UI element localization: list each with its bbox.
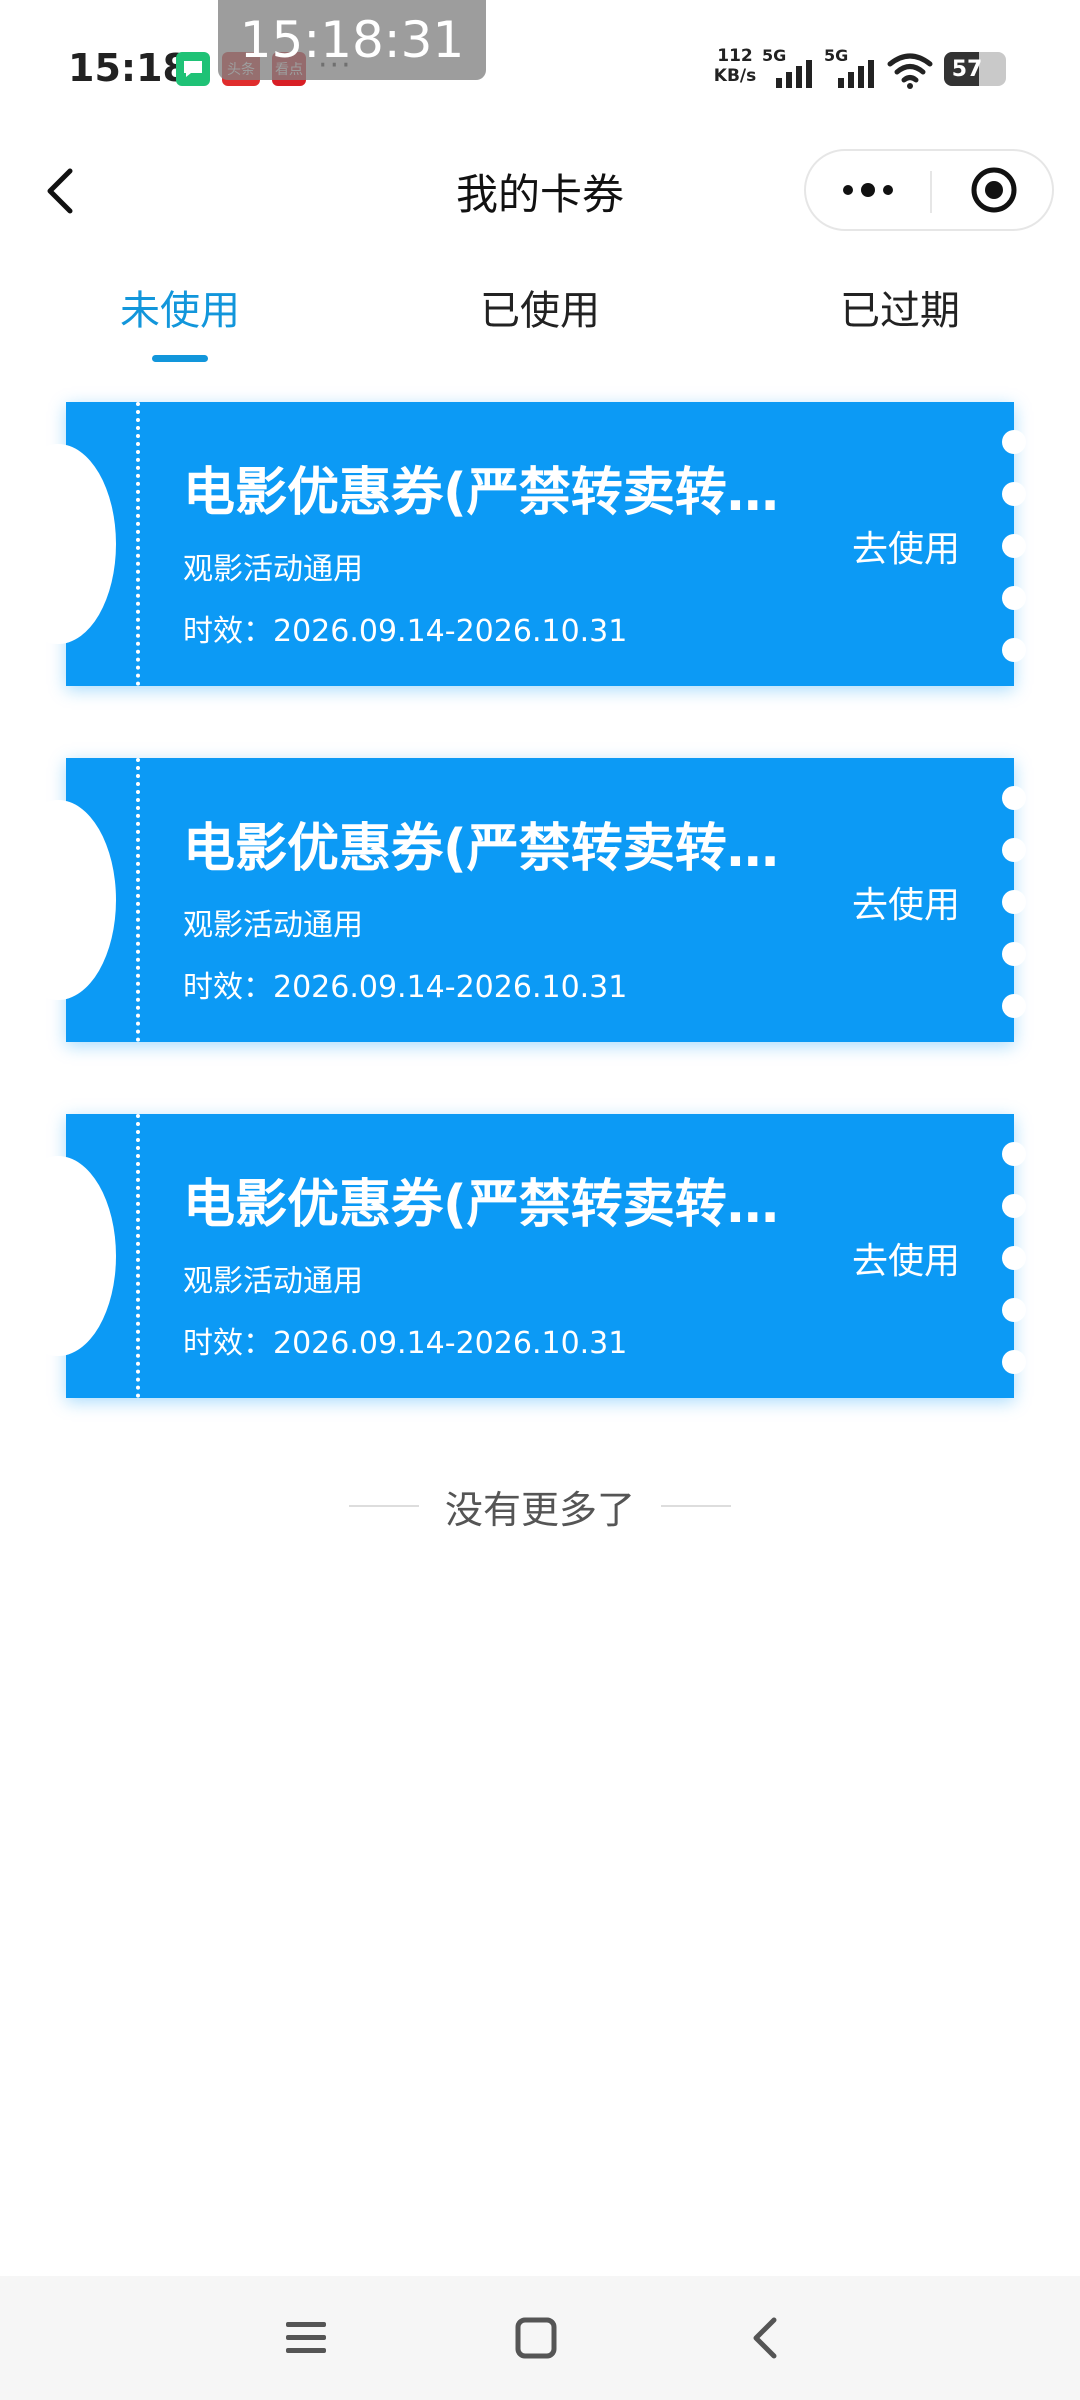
signal-bars	[776, 60, 812, 88]
divider-line	[348, 1505, 419, 1507]
battery-percent: 57	[951, 56, 983, 82]
coupon-description: 观影活动通用	[183, 908, 363, 943]
wifi-icon	[887, 53, 933, 89]
nav-bar: 我的卡券	[0, 135, 1080, 245]
home-button[interactable]	[486, 2298, 586, 2378]
coupon-perforation	[136, 1114, 140, 1398]
miniprogram-capsule	[804, 149, 1054, 231]
coupon-description: 观影活动通用	[183, 1264, 363, 1299]
chat-bubble-icon	[184, 61, 202, 77]
battery-icon: 57	[944, 52, 1006, 86]
coupon-scallop-edge	[1002, 1142, 1026, 1402]
use-coupon-button[interactable]: 去使用	[852, 520, 960, 572]
time-overlay: 15:18:31	[218, 0, 486, 80]
menu-icon	[286, 2322, 326, 2353]
network-speed-unit: KB/s	[713, 66, 757, 86]
coupon-description: 观影活动通用	[183, 552, 363, 587]
coupon-validity: 时效：2026.09.14-2026.10.31	[183, 614, 628, 649]
coupon-card: 电影优惠券(严禁转卖转赠) 观影活动通用 时效：2026.09.14-2026.…	[0, 758, 1026, 1042]
use-coupon-button[interactable]: 去使用	[852, 876, 960, 928]
more-button[interactable]	[816, 159, 920, 221]
coupon-notch	[0, 800, 116, 1000]
divider-line	[661, 1505, 731, 1507]
coupon-tabs: 未使用 已使用 已过期	[0, 270, 1080, 370]
no-more-text: 没有更多了	[444, 1487, 635, 1532]
signal-icon-sim2: 5G	[824, 46, 876, 88]
coupon-card: 电影优惠券(严禁转卖转赠) 观影活动通用 时效：2026.09.14-2026.…	[0, 1114, 1026, 1398]
coupon-scallop-edge	[1002, 430, 1026, 690]
coupon-title: 电影优惠券(严禁转卖转赠)	[183, 819, 795, 879]
home-square-icon	[515, 2317, 557, 2359]
active-tab-indicator	[152, 355, 208, 362]
system-back-button[interactable]	[716, 2298, 816, 2378]
coupon-list: 电影优惠券(严禁转卖转赠) 观影活动通用 时效：2026.09.14-2026.…	[0, 402, 1026, 1470]
network-speed: 112 KB/s	[710, 46, 760, 86]
recent-apps-button[interactable]	[256, 2298, 356, 2378]
coupon-title: 电影优惠券(严禁转卖转赠)	[183, 1175, 795, 1235]
coupon-validity: 时效：2026.09.14-2026.10.31	[183, 970, 628, 1005]
use-coupon-button[interactable]: 去使用	[852, 1232, 960, 1284]
system-navigation-bar	[0, 2276, 1080, 2400]
coupon-perforation	[136, 758, 140, 1042]
signal-icon-sim1: 5G	[762, 46, 814, 88]
network-speed-value: 112	[717, 46, 753, 66]
coupon-scallop-edge	[1002, 786, 1026, 1046]
chevron-left-icon	[753, 2317, 777, 2359]
status-bar: 15:18 头条 看点 ··· 15:18:31 112 KB/s 5G 5G …	[0, 0, 1080, 135]
more-dots-icon	[843, 183, 893, 197]
coupon-title: 电影优惠券(严禁转卖转赠)	[183, 463, 795, 523]
coupon-notch	[0, 1156, 116, 1356]
coupon-notch	[0, 444, 116, 644]
target-close-icon	[971, 167, 1017, 213]
no-more-indicator: 没有更多了	[0, 1478, 1080, 1534]
tab-used[interactable]: 已使用	[440, 270, 640, 370]
tab-expired[interactable]: 已过期	[800, 270, 1000, 370]
coupon-validity: 时效：2026.09.14-2026.10.31	[183, 1326, 628, 1361]
close-miniprogram-button[interactable]	[942, 159, 1046, 221]
coupon-card: 电影优惠券(严禁转卖转赠) 观影活动通用 时效：2026.09.14-2026.…	[0, 402, 1026, 686]
wechat-notification-icon	[176, 52, 210, 86]
capsule-divider	[930, 171, 932, 213]
status-clock: 15:18	[68, 46, 189, 90]
signal-bars	[838, 60, 874, 88]
coupon-perforation	[136, 402, 140, 686]
